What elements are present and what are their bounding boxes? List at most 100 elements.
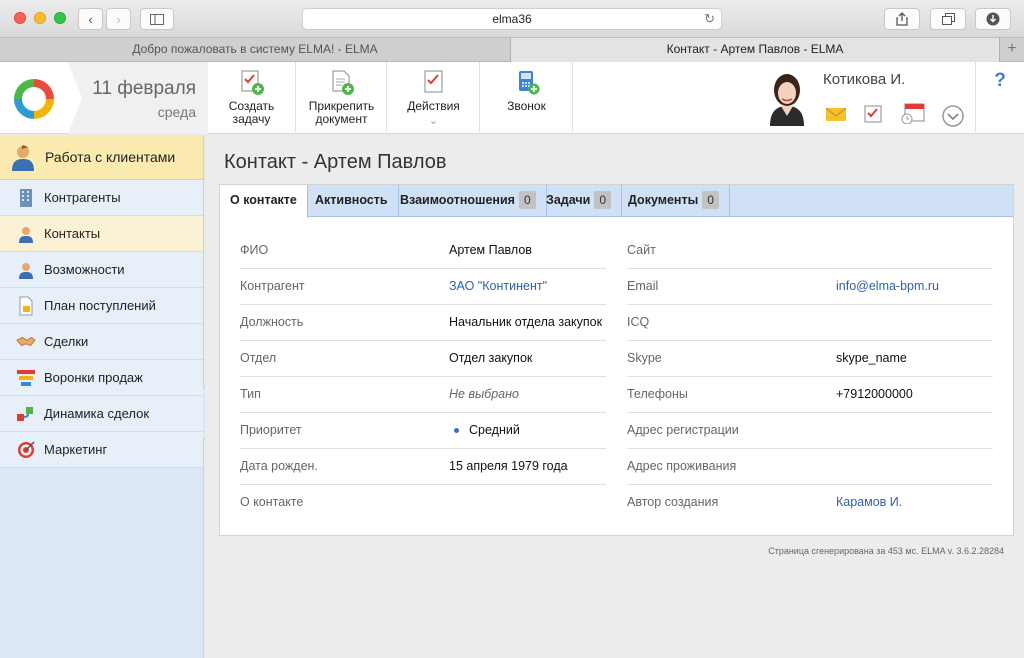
sidebar-item-label: Контакты [44, 226, 101, 241]
sidebar-item-sales-funnels[interactable]: Воронки продаж [0, 360, 203, 396]
sidebar-toggle-button[interactable] [140, 8, 174, 30]
field-row-birthdate: Дата рожден. 15 апреля 1979 года [240, 449, 606, 485]
chevron-down-icon: ⌄ [428, 115, 439, 127]
field-value: 15 апреля 1979 года [449, 459, 568, 473]
elma-logo[interactable] [0, 62, 68, 134]
messages-icon[interactable] [824, 100, 848, 124]
field-label: Email [627, 279, 659, 293]
clients-icon [12, 145, 34, 171]
user-name[interactable]: Котикова И. [823, 71, 905, 88]
tab-documents[interactable]: Документы 0 [618, 185, 730, 217]
main-content: Контакт - Артем Павлов О контакте Активн… [205, 135, 1024, 658]
elma-logo-icon [14, 79, 54, 119]
attach-document-icon [332, 70, 354, 95]
field-label: Адрес проживания [627, 459, 737, 473]
tab-label: Взаимоотношения [400, 193, 515, 207]
sidebar-item-label: Маркетинг [44, 442, 108, 457]
sidebar-item-counterparties[interactable]: Контрагенты [0, 180, 203, 216]
reload-icon[interactable]: ↻ [704, 9, 715, 29]
browser-tab-contact[interactable]: Контакт - Артем Павлов - ELMA [511, 38, 1000, 62]
downloads-button[interactable] [975, 8, 1011, 30]
close-window-button[interactable] [14, 12, 26, 24]
sidebar-item-label: Контрагенты [44, 190, 121, 205]
sidebar-item-contacts[interactable]: Контакты [0, 216, 203, 252]
create-task-icon [241, 70, 264, 95]
browser-tab-welcome[interactable]: Добро пожаловать в систему ELMA! - ELMA [0, 38, 511, 62]
field-label: Контрагент [240, 279, 305, 293]
field-value: Средний [469, 423, 520, 437]
forward-button[interactable]: › [106, 8, 131, 30]
call-label: Звонок [507, 99, 546, 113]
sidebar: Работа с клиентами Контрагенты Контакты … [0, 135, 204, 658]
contact-tabs: О контакте Активность Взаимоотношения 0 З… [220, 185, 1013, 218]
address-bar[interactable]: elma36 ↻ [302, 8, 722, 30]
user-menu-chevron-icon[interactable] [941, 104, 965, 128]
field-row-site: Сайт [627, 233, 993, 269]
field-label: Тип [240, 387, 261, 401]
url-text: elma36 [492, 12, 532, 26]
field-value: Не выбрано [449, 387, 519, 401]
current-weekday: среда [157, 104, 196, 120]
email-link[interactable]: info@elma-bpm.ru [836, 269, 939, 304]
priority-value: Средний [454, 413, 520, 448]
field-row-skype: Skype skype_name [627, 341, 993, 377]
tabs-icon [941, 13, 955, 25]
share-button[interactable] [884, 8, 920, 30]
sidebar-item-marketing[interactable]: Маркетинг [0, 432, 203, 468]
tab-label: О контакте [230, 193, 297, 207]
minimize-window-button[interactable] [34, 12, 46, 24]
tasks-icon[interactable] [862, 100, 886, 124]
field-label: Автор создания [627, 495, 719, 509]
field-row-email: Email info@elma-bpm.ru [627, 269, 993, 305]
new-tab-button[interactable]: + [1000, 38, 1024, 62]
funnel-icon [16, 368, 36, 388]
document-icon [16, 296, 36, 316]
field-value: Артем Павлов [449, 243, 532, 257]
author-link[interactable]: Карамов И. [836, 485, 902, 520]
tab-activity[interactable]: Активность [305, 185, 399, 217]
tab-label: Документы [628, 193, 699, 207]
field-row-phones: Телефоны +7912000000 [627, 377, 993, 413]
maximize-window-button[interactable] [54, 12, 66, 24]
field-label: Должность [240, 315, 304, 329]
create-task-button[interactable]: Создать задачу [208, 62, 296, 134]
chevron-left-icon: ‹ [88, 11, 93, 27]
phone-icon [518, 71, 539, 95]
attach-document-label: Прикрепить документ [308, 99, 375, 126]
tab-relationships[interactable]: Взаимоотношения 0 [390, 185, 547, 217]
calendar-icon[interactable] [901, 100, 925, 124]
create-task-label: Создать задачу [228, 99, 275, 126]
sidebar-item-opportunities[interactable]: Возможности [0, 252, 203, 288]
field-row-priority: Приоритет Средний [240, 413, 606, 449]
attach-document-button[interactable]: Прикрепить документ [297, 62, 387, 134]
sidebar-item-income-plan[interactable]: План поступлений [0, 288, 203, 324]
field-row-fio: ФИО Артем Павлов [240, 233, 606, 269]
sidebar-item-label: План поступлений [44, 298, 156, 313]
tab-count: 0 [702, 191, 719, 209]
field-label: Приоритет [240, 423, 302, 437]
contact-person-icon [16, 224, 36, 244]
dynamics-icon [16, 404, 36, 424]
counterparty-link[interactable]: ЗАО "Континент" [449, 269, 547, 304]
field-label: Отдел [240, 351, 277, 365]
tab-tasks[interactable]: Задачи 0 [536, 185, 622, 217]
browser-titlebar: ‹ › elma36 ↻ [0, 0, 1024, 38]
tabs-overview-button[interactable] [930, 8, 966, 30]
sidebar-item-deals[interactable]: Сделки [0, 324, 203, 360]
sidebar-section-header[interactable]: Работа с клиентами [0, 135, 203, 180]
field-label: Skype [627, 351, 662, 365]
user-avatar[interactable] [764, 70, 810, 126]
call-button[interactable]: Звонок [481, 62, 573, 134]
field-row-position: Должность Начальник отдела закупок [240, 305, 606, 341]
field-label: О контакте [240, 495, 304, 509]
field-row-type: Тип Не выбрано [240, 377, 606, 413]
tab-count: 0 [518, 191, 536, 209]
actions-button[interactable]: Действия ⌄ [388, 62, 480, 134]
field-label: Телефоны [627, 387, 688, 401]
sidebar-item-deal-dynamics[interactable]: Динамика сделок [0, 396, 203, 432]
field-label: ICQ [627, 315, 650, 329]
help-button[interactable]: ? [975, 62, 1024, 134]
page-generation-note: Страница сгенерирована за 453 мс. ELMA v… [768, 546, 1004, 556]
back-button[interactable]: ‹ [78, 8, 103, 30]
tab-about-contact[interactable]: О контакте [220, 185, 308, 218]
